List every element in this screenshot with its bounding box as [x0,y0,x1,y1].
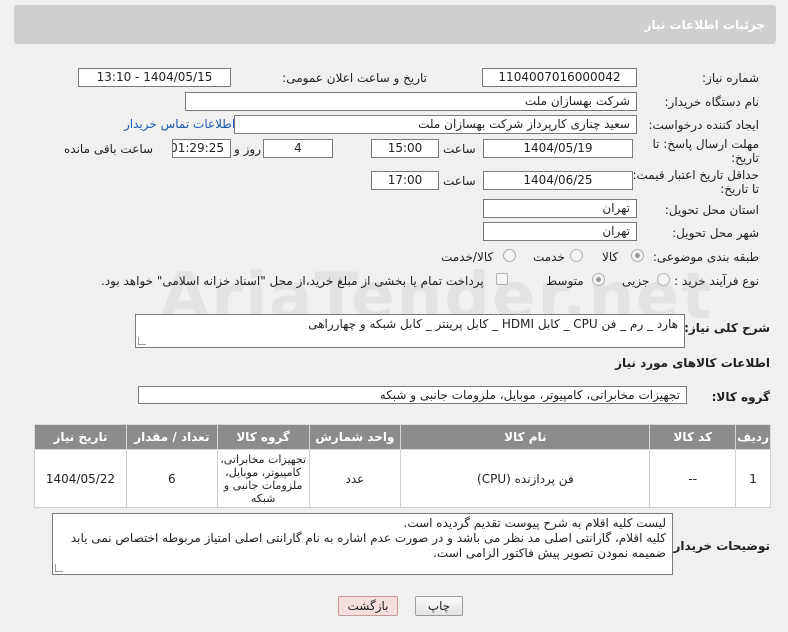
category-radio-goods[interactable] [631,249,644,262]
process-label: نوع فرآیند خرید : [674,274,759,288]
buyer-org-label: نام دستگاه خریدار: [664,95,760,109]
category-option-service: خدمت [533,250,565,264]
process-option-minor: جزیی [622,274,650,288]
deadline-time-label: ساعت [443,142,476,156]
col-date: تاریخ نیاز [34,424,127,450]
cell-qty: 6 [125,449,218,508]
province-label: استان محل تحویل: [664,203,759,217]
price-time-label: ساعت [443,174,476,188]
process-radio-medium[interactable] [592,273,605,286]
deadline-label: مهلت ارسال پاسخ: تا [652,137,759,151]
announce-label: تاریخ و ساعت اعلان عمومی: [282,71,427,85]
cell-name: فن پردازنده (CPU) [400,449,651,508]
cell-group: تجهیزات مخابراتی، کامپیوتر، موبایل، ملزو… [216,449,310,508]
goods-group-field: تجهیزات مخابراتی، کامپیوتر، موبایل، ملزو… [138,386,687,404]
description-textarea: هارد _ رم _ فن CPU _ کابل HDMI _ کابل پر… [135,314,685,348]
days-field: 4 [263,139,333,158]
cell-row: 1 [735,449,771,508]
price-date-field: 1404/06/25 [483,171,633,190]
back-button[interactable]: بازگشت [338,596,398,616]
col-group: گروه کالا [216,424,310,450]
buyer-notes-line-1: لیست کلیه اقلام به شرح پیوست تقدیم گردید… [403,516,667,530]
page-title: جزئیات اطلاعات نیاز [15,6,775,44]
need-number-label: شماره نیاز: [702,71,759,85]
cell-date: 1404/05/22 [34,449,127,508]
buyer-notes-textarea: لیست کلیه اقلام به شرح پیوست تقدیم گردید… [52,513,673,575]
need-number-field: 1104007016000042 [482,68,637,87]
resize-grip-icon [138,337,146,345]
contact-buyer-link[interactable]: اطلاعات تماس خریدار [124,117,235,131]
remaining-time-field: 01:29:25 [172,139,231,158]
col-unit: واحد شمارش [308,424,402,450]
col-qty: تعداد / مقدار [125,424,218,450]
creator-field: سعید چناری کارپرداز شرکت بهسازان ملت [234,115,637,134]
process-radio-minor[interactable] [657,273,670,286]
category-option-both: کالا/خدمت [441,250,494,264]
description-label: شرح کلی نیاز: [684,321,770,335]
city-label: شهر محل تحویل: [672,226,759,240]
price-validity-label: حداقل تاریخ اعتبار قیمت: [632,168,759,182]
creator-label: ایجاد کننده درخواست: [648,118,759,132]
print-button[interactable]: چاپ [415,596,463,616]
announce-field: 1404/05/15 - 13:10 [78,68,231,87]
description-text: هارد _ رم _ فن CPU _ کابل HDMI _ کابل پر… [308,317,678,331]
category-radio-service[interactable] [570,249,583,262]
process-option-medium: متوسط [546,274,584,288]
buyer-notes-label: توضیحات خریدار: [668,539,770,553]
deadline-time-field: 15:00 [371,139,439,158]
col-name: نام کالا [400,424,651,450]
province-field: تهران [483,199,637,218]
col-row: ردیف [735,424,771,450]
remaining-label: ساعت باقی مانده [64,142,154,156]
price-validity-label-date: تا تاریخ: [720,182,759,196]
header-panel: جزئیات اطلاعات نیاز [14,5,776,44]
items-table: ردیف کد کالا نام کالا واحد شمارش گروه کا… [34,424,771,508]
goods-group-label: گروه کالا: [711,390,770,404]
col-code: کد کالا [649,424,737,450]
table-row: 1 -- فن پردازنده (CPU) عدد تجهیزات مخابر… [34,449,771,508]
payment-note: پرداخت تمام یا بخشی از مبلغ خرید،از محل … [101,274,484,288]
cell-unit: عدد [308,449,402,508]
category-radio-both[interactable] [503,249,516,262]
category-option-goods: کالا [602,250,619,264]
price-time-field: 17:00 [371,171,439,190]
resize-grip-icon [55,564,63,572]
table-header-row: ردیف کد کالا نام کالا واحد شمارش گروه کا… [34,424,771,450]
treasury-checkbox[interactable] [496,273,508,285]
days-label: روز و [234,142,261,156]
buyer-notes-line-3: ضمیمه نمودن تصویر پیش فاکتور الزامی است. [433,546,666,560]
deadline-date-field: 1404/05/19 [483,139,633,158]
cell-code: -- [649,449,737,508]
deadline-label-date: تاریخ: [731,151,759,165]
goods-info-title: اطلاعات کالاهای مورد نیاز [615,356,770,370]
buyer-org-field: شرکت بهسازان ملت [185,92,637,111]
category-label: طبقه بندی موضوعی: [652,250,759,264]
city-field: تهران [483,222,637,241]
buyer-notes-line-2: کلیه اقلام، گارانتی اصلی مد نظر می باشد … [70,531,666,545]
